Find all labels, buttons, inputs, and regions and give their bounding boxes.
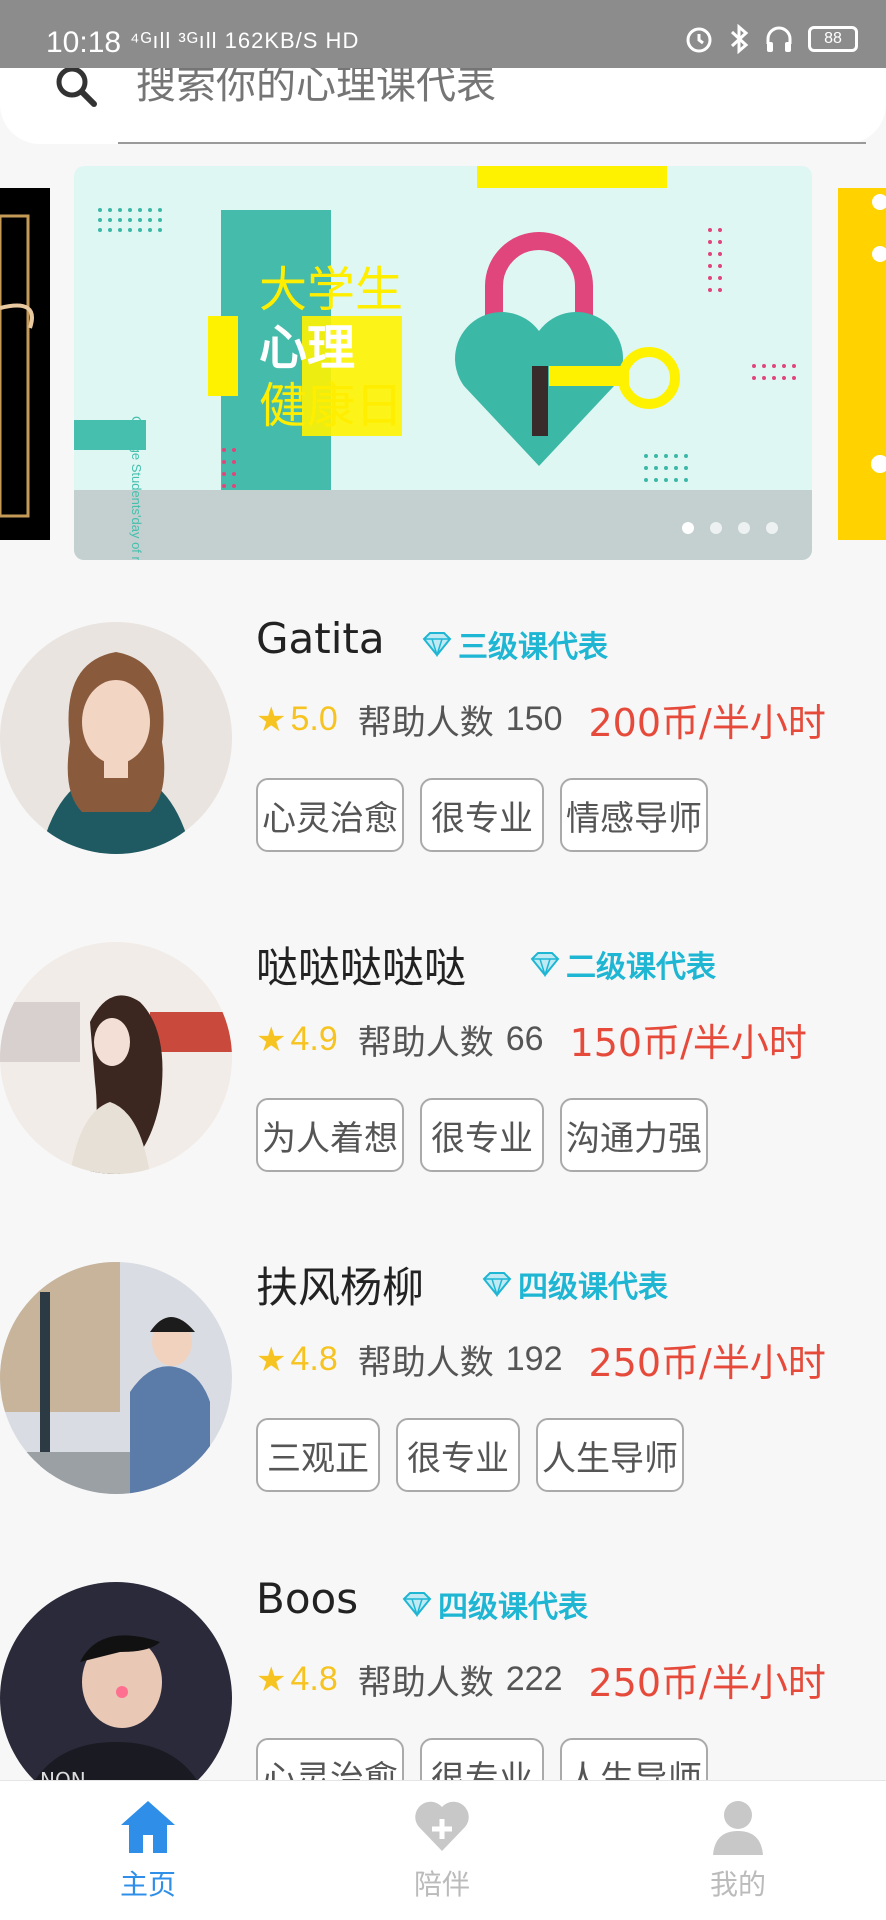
tag: 很专业 — [396, 1418, 520, 1492]
banner-title: 大学生 心理 健康日 — [259, 261, 459, 435]
stats-row: ★ 5.0 帮助人数 150 200币/半小时 — [256, 692, 826, 747]
level-label: 二级课代表 — [566, 950, 716, 985]
helped-label: 帮助人数 — [357, 1023, 494, 1063]
bottom-tab-bar: 主页 陪伴 我的 — [0, 1780, 886, 1920]
tab-mine-label: 我的 — [709, 1868, 766, 1901]
search-underline — [118, 142, 866, 144]
price: 250币/半小时 — [588, 1661, 826, 1705]
stats-row: ★ 4.8 帮助人数 192 250币/半小时 — [256, 1332, 826, 1387]
carousel-dot[interactable] — [766, 522, 778, 534]
avatar[interactable] — [0, 1262, 232, 1494]
tag: 为人着想 — [256, 1098, 404, 1172]
helped-count: 192 — [505, 1340, 563, 1378]
user-icon — [713, 1801, 763, 1855]
avatar-image — [0, 622, 232, 854]
star-icon: ★ — [256, 699, 287, 740]
carousel-indicator — [682, 522, 778, 534]
avatar-image — [0, 942, 232, 1174]
helped-count: 150 — [505, 700, 563, 738]
tag-list: 为人着想 很专业 沟通力强 — [256, 1098, 708, 1172]
carousel-dot[interactable] — [710, 522, 722, 534]
representative-name: Gatita — [256, 614, 385, 663]
tag-list: 心灵治愈 很专业 情感导师 — [256, 778, 708, 852]
battery-icon: 88 — [808, 26, 858, 52]
price: 150币/半小时 — [569, 1021, 807, 1065]
level-label: 四级课代表 — [518, 1270, 668, 1305]
home-icon — [121, 1801, 175, 1853]
tab-companion[interactable]: 陪伴 — [362, 1795, 522, 1905]
banner-next-slide[interactable] — [838, 188, 886, 540]
carousel-dot[interactable] — [738, 522, 750, 534]
prev-slide-art — [0, 214, 34, 518]
tag: 心灵治愈 — [256, 778, 404, 852]
banner[interactable]: 大学生 心理 健康日 College Students'day of menta… — [74, 166, 812, 560]
diamond-icon — [422, 632, 452, 657]
rating: 5.0 — [290, 700, 338, 738]
banner-title-line2: 心理 — [259, 320, 356, 376]
representative-card[interactable]: 哒哒哒哒哒 二级课代表 ★ 4.9 帮助人数 66 150币/半小时 为人着想 … — [0, 920, 886, 1240]
helped-count: 222 — [505, 1660, 563, 1698]
star-icon: ★ — [256, 1019, 287, 1060]
star-icon: ★ — [256, 1659, 287, 1700]
diamond-icon — [530, 952, 560, 977]
alarm-icon — [686, 27, 712, 53]
banner-title-line3: 健康日 — [259, 378, 404, 434]
representative-card[interactable]: Gatita 三级课代表 ★ 5.0 帮助人数 150 200币/半小时 心灵治… — [0, 600, 886, 920]
rating: 4.9 — [290, 1020, 338, 1058]
tag: 很专业 — [420, 1098, 544, 1172]
search-icon[interactable] — [52, 62, 100, 110]
heart-plus-icon — [415, 1801, 469, 1851]
banner-subtitle: College Students'day of mental health — [129, 416, 144, 560]
tab-home[interactable]: 主页 — [68, 1795, 228, 1905]
tag-list: 三观正 很专业 人生导师 — [256, 1418, 684, 1492]
banner-prev-slide[interactable] — [0, 188, 50, 540]
price: 200币/半小时 — [588, 701, 826, 745]
diamond-icon — [482, 1272, 512, 1297]
bluetooth-icon — [730, 24, 749, 54]
helped-count: 66 — [505, 1020, 544, 1058]
tag: 三观正 — [256, 1418, 380, 1492]
representative-name: 哒哒哒哒哒 — [256, 943, 467, 992]
stats-row: ★ 4.8 帮助人数 222 250币/半小时 — [256, 1652, 826, 1707]
tag: 情感导师 — [560, 778, 708, 852]
level-badge: 三级课代表 — [422, 622, 608, 666]
helped-label: 帮助人数 — [357, 1663, 494, 1703]
price: 250币/半小时 — [588, 1341, 826, 1385]
tab-home-label: 主页 — [119, 1868, 176, 1901]
tag: 很专业 — [420, 778, 544, 852]
tag: 沟通力强 — [560, 1098, 708, 1172]
level-badge: 四级课代表 — [482, 1262, 668, 1306]
star-icon: ★ — [256, 1339, 287, 1380]
rating: 4.8 — [290, 1340, 338, 1378]
tab-companion-label: 陪伴 — [413, 1868, 470, 1901]
tab-mine[interactable]: 我的 — [658, 1795, 818, 1905]
avatar[interactable] — [0, 622, 232, 854]
level-label: 三级课代表 — [458, 630, 608, 665]
avatar[interactable] — [0, 942, 232, 1174]
status-time: 10:18 — [46, 26, 122, 59]
tag: 人生导师 — [536, 1418, 684, 1492]
rating: 4.8 — [290, 1660, 338, 1698]
helped-label: 帮助人数 — [357, 1343, 494, 1383]
representative-name: Boos — [256, 1574, 359, 1623]
status-network: ⁴ᴳıll ³ᴳıll 162KB/S HD — [130, 28, 360, 53]
carousel-dot[interactable] — [682, 522, 694, 534]
next-slide-art — [871, 194, 886, 473]
level-badge: 四级课代表 — [402, 1582, 588, 1626]
level-label: 四级课代表 — [438, 1590, 588, 1625]
helped-label: 帮助人数 — [357, 703, 494, 743]
headphones-icon — [766, 26, 792, 52]
avatar-image — [0, 1262, 232, 1494]
stats-row: ★ 4.9 帮助人数 66 150币/半小时 — [256, 1012, 807, 1067]
level-badge: 二级课代表 — [530, 942, 716, 986]
banner-title-line1: 大学生 — [259, 262, 404, 318]
representative-card[interactable]: 扶风杨柳 四级课代表 ★ 4.8 帮助人数 192 250币/半小时 三观正 很… — [0, 1240, 886, 1560]
status-bar: 10:18 ⁴ᴳıll ³ᴳıll 162KB/S HD 88 — [0, 0, 886, 68]
diamond-icon — [402, 1592, 432, 1617]
representative-name: 扶风杨柳 — [256, 1263, 425, 1312]
status-icons: 88 — [684, 24, 858, 54]
